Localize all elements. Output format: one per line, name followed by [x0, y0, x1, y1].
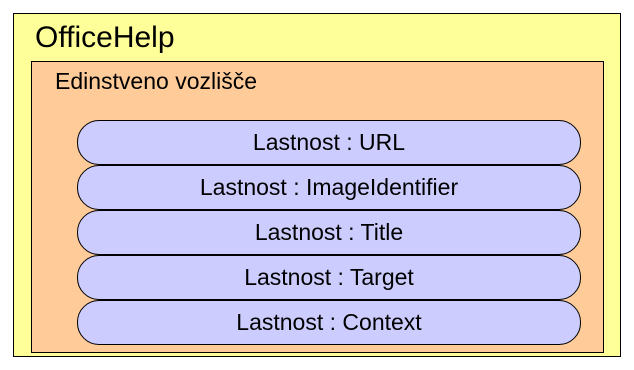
- property-url: Lastnost : URL: [77, 120, 581, 165]
- unique-node-container: Edinstveno vozlišče Lastnost : URL Lastn…: [31, 61, 604, 353]
- property-target: Lastnost : Target: [77, 255, 581, 300]
- unique-node-label: Edinstveno vozlišče: [55, 68, 257, 94]
- property-title: Lastnost : Title: [77, 210, 581, 255]
- property-imageidentifier: Lastnost : ImageIdentifier: [77, 165, 581, 210]
- officehelp-label: OfficeHelp: [35, 21, 175, 54]
- officehelp-container: OfficeHelp Edinstveno vozlišče Lastnost …: [13, 13, 621, 357]
- property-context: Lastnost : Context: [77, 300, 581, 345]
